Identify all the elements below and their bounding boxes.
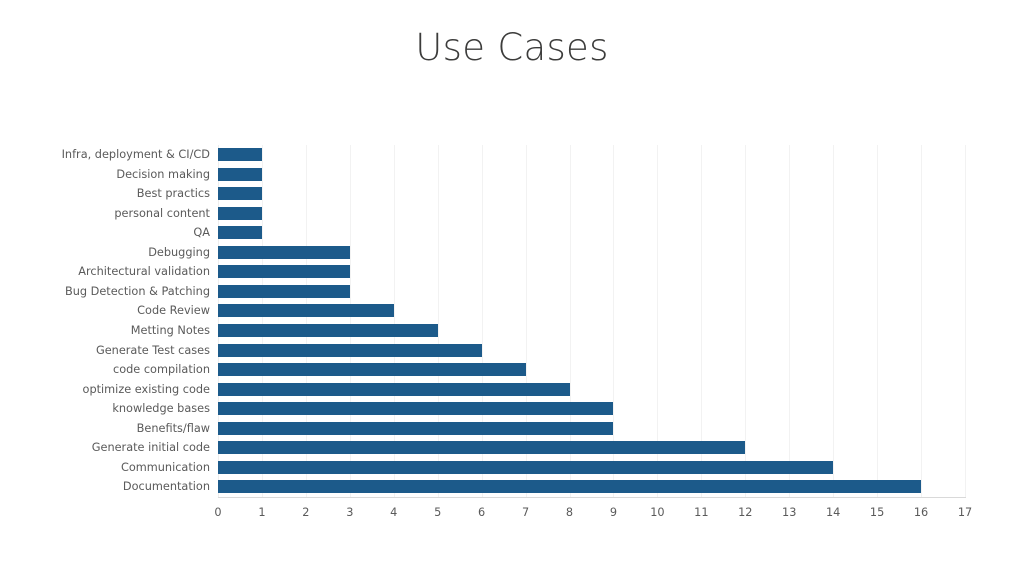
- bar[interactable]: [218, 187, 262, 201]
- x-axis-tick-label: 15: [869, 506, 885, 519]
- bar[interactable]: [218, 343, 482, 357]
- y-axis-label: Generate initial code: [91, 441, 210, 455]
- y-axis-label: Metting Notes: [130, 324, 210, 337]
- x-axis-tick-label: 14: [825, 506, 841, 519]
- x-axis-tick-label: 13: [782, 506, 797, 519]
- y-axis-label: QA: [193, 226, 210, 240]
- y-axis-label: Benefits/flaw: [136, 421, 210, 435]
- bar[interactable]: [218, 382, 570, 396]
- x-axis-tick-label: 5: [434, 506, 442, 519]
- bar[interactable]: [218, 324, 438, 337]
- x-axis-tick-label: 10: [650, 506, 665, 519]
- y-axis-label: Generate Test cases: [95, 343, 210, 357]
- bar[interactable]: [218, 304, 394, 318]
- bar-chart: Infra, deployment & CI/CD Decision making…: [0, 0, 1024, 576]
- y-axis-label: Debugging: [148, 245, 210, 259]
- y-axis-label: Best practics: [136, 187, 210, 201]
- bar[interactable]: [218, 148, 262, 161]
- y-axis-label: personal content: [114, 206, 210, 220]
- x-axis-tick-label: 8: [565, 506, 574, 519]
- x-axis-tick-label: 7: [521, 506, 530, 519]
- x-axis-tick-label: 12: [738, 506, 753, 519]
- bar-series: [218, 145, 965, 497]
- y-axis-label: Architectural validation: [78, 265, 210, 279]
- bar[interactable]: [218, 167, 262, 181]
- bar[interactable]: [218, 363, 526, 377]
- bar[interactable]: [218, 284, 350, 298]
- x-axis-tick-label: 11: [694, 506, 709, 519]
- bar[interactable]: [218, 460, 834, 474]
- bar[interactable]: [218, 206, 262, 220]
- x-axis-tick-labels: 0 1 2 3 4 5 6 7 8 9 10 11 12 13 14 15 16 17: [0, 506, 1024, 526]
- bar[interactable]: [218, 226, 262, 240]
- x-axis-tick-label: 17: [957, 506, 973, 519]
- y-axis-label: Communication: [120, 460, 210, 474]
- gridline-17: [965, 145, 966, 497]
- x-axis-tick-label: 16: [913, 506, 929, 519]
- y-axis-label: code compilation: [113, 363, 210, 377]
- y-axis-label: knowledge bases: [112, 402, 210, 416]
- y-axis-label: optimize existing code: [82, 382, 210, 396]
- y-axis-label: Documentation: [122, 480, 210, 494]
- y-axis-label: Infra, deployment & CI/CD: [61, 148, 210, 161]
- x-axis-tick-label: 9: [609, 506, 618, 519]
- x-axis-tick-label: 2: [302, 506, 310, 519]
- x-axis-line: [218, 497, 966, 498]
- x-axis-tick-label: 6: [478, 506, 486, 519]
- bar[interactable]: [218, 421, 614, 435]
- y-axis-label: Code Review: [137, 304, 210, 318]
- bar[interactable]: [218, 402, 614, 416]
- bar[interactable]: [218, 480, 922, 494]
- y-axis-category-labels: Infra, deployment & CI/CD Decision making…: [0, 145, 210, 497]
- slide-canvas: Use Cases Infra, deployment & CI/CD Decis…: [0, 0, 1024, 576]
- bar[interactable]: [218, 245, 350, 259]
- x-axis-tick-label: 1: [258, 506, 266, 519]
- x-axis-tick-label: 4: [390, 506, 398, 519]
- x-axis-tick-label: 0: [214, 506, 222, 519]
- bar[interactable]: [218, 441, 746, 455]
- bar[interactable]: [218, 265, 350, 279]
- x-axis-tick-label: 3: [346, 506, 354, 519]
- y-axis-label: Bug Detection & Patching: [64, 284, 210, 298]
- y-axis-label: Decision making: [116, 167, 210, 181]
- plot-area: [218, 145, 966, 497]
